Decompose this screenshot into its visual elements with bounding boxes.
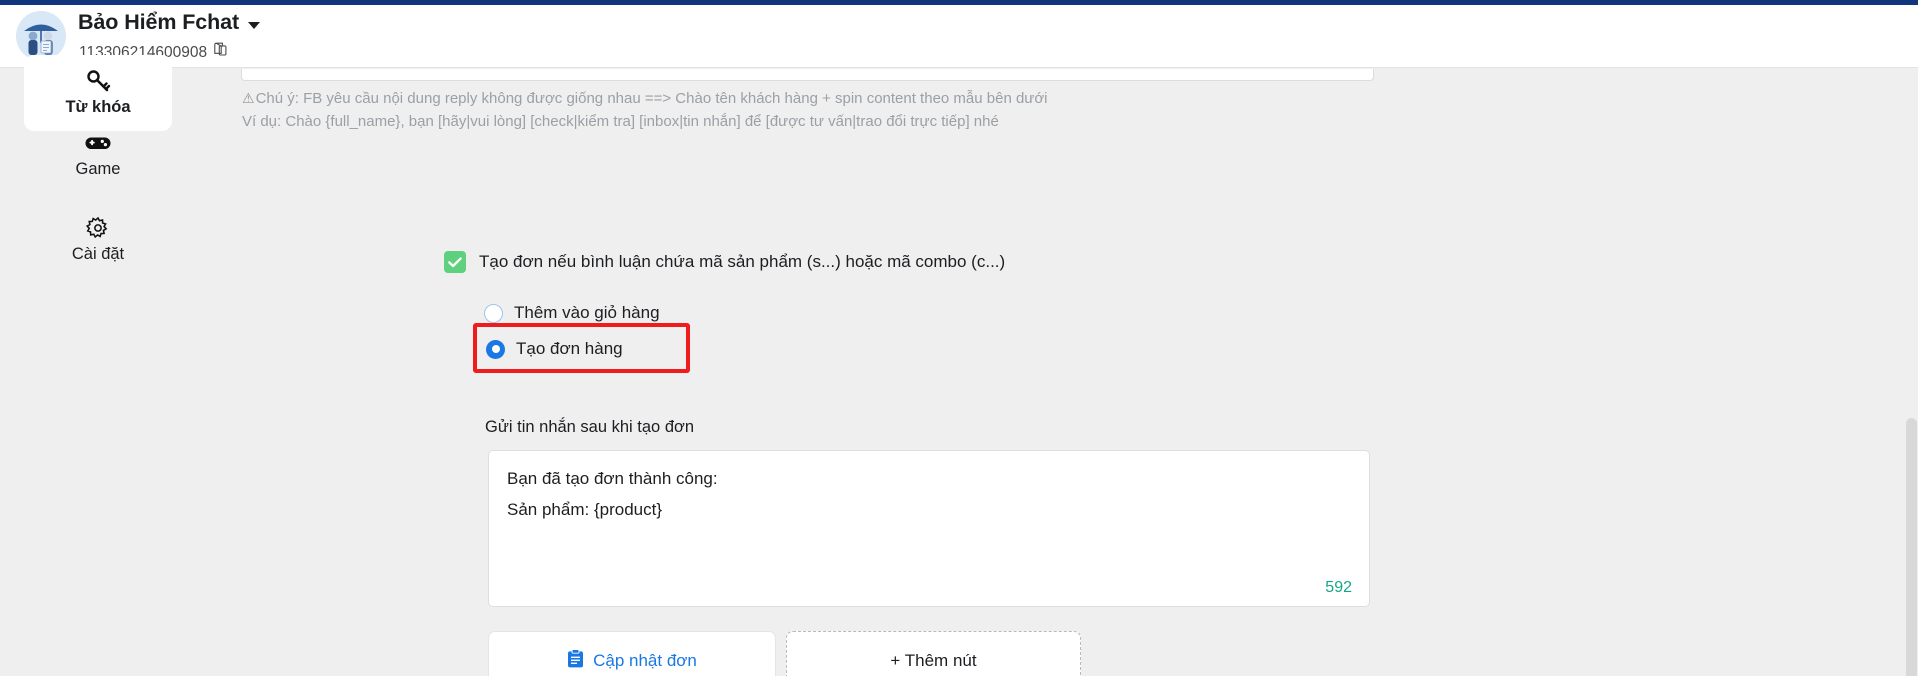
sidebar-item-tu-khoa[interactable]: Từ khóa bbox=[24, 55, 172, 131]
update-order-button[interactable]: Cập nhật đơn bbox=[488, 631, 776, 676]
chevron-down-icon[interactable] bbox=[248, 21, 261, 29]
key-icon bbox=[24, 69, 172, 93]
radio-create-order-indicator[interactable] bbox=[486, 339, 505, 359]
copy-icon[interactable] bbox=[214, 42, 229, 63]
radio-create-order-label: Tạo đơn hàng bbox=[516, 339, 623, 358]
message-field-label: Gửi tin nhắn sau khi tạo đơn bbox=[485, 418, 694, 436]
avatar[interactable] bbox=[16, 11, 66, 61]
vertical-scrollbar-thumb[interactable] bbox=[1906, 418, 1917, 676]
notice-line-2: Ví dụ: Chào {full_name}, bạn [hãy|vui lò… bbox=[242, 113, 999, 130]
vertical-scrollbar[interactable] bbox=[1905, 69, 1918, 676]
fb-policy-notice: ⚠Chú ý: FB yêu cầu nội dung reply không … bbox=[242, 87, 1352, 133]
create-order-checkbox-label: Tạo đơn nếu bình luận chứa mã sản phẩm (… bbox=[479, 252, 1006, 271]
sidebar: Từ khóa Game Cài đặt bbox=[0, 55, 196, 676]
radio-add-to-cart[interactable]: Thêm vào giỏ hàng bbox=[484, 303, 660, 323]
radio-add-to-cart-indicator[interactable] bbox=[484, 303, 503, 323]
page-avatar-icon bbox=[16, 11, 66, 61]
radio-create-order[interactable]: Tạo đơn hàng bbox=[486, 339, 623, 359]
gear-icon bbox=[24, 216, 172, 240]
clipboard-icon bbox=[567, 649, 584, 673]
message-textarea[interactable]: Bạn đã tạo đơn thành công: Sản phẩm: {pr… bbox=[488, 450, 1370, 607]
sidebar-item-cai-dat[interactable]: Cài đặt bbox=[24, 216, 172, 264]
sidebar-item-label: Từ khóa bbox=[65, 98, 131, 116]
notice-line-1: ⚠Chú ý: FB yêu cầu nội dung reply không … bbox=[242, 87, 1352, 110]
radio-add-to-cart-label: Thêm vào giỏ hàng bbox=[514, 303, 660, 322]
sidebar-item-label: Cài đặt bbox=[71, 245, 125, 263]
page-title-row[interactable]: Bảo Hiểm Fchat bbox=[78, 10, 261, 35]
notice-text-1: Chú ý: FB yêu cầu nội dung reply không đ… bbox=[255, 90, 1048, 107]
gamepad-icon bbox=[24, 131, 172, 155]
sidebar-item-label: Game bbox=[75, 160, 121, 178]
update-order-button-label: Cập nhật đơn bbox=[593, 651, 697, 670]
warning-icon: ⚠ bbox=[242, 90, 255, 106]
create-order-checkbox-row[interactable]: Tạo đơn nếu bình luận chứa mã sản phẩm (… bbox=[444, 251, 1005, 273]
add-button-label: + Thêm nút bbox=[890, 651, 977, 670]
main-content: ⚠Chú ý: FB yêu cầu nội dung reply không … bbox=[196, 69, 1918, 676]
character-counter: 592 bbox=[1325, 579, 1352, 596]
reply-input-remnant bbox=[241, 69, 1374, 81]
check-icon bbox=[448, 256, 462, 267]
add-button-button[interactable]: + Thêm nút bbox=[786, 631, 1081, 676]
create-order-checkbox[interactable] bbox=[444, 251, 466, 273]
message-textarea-value: Bạn đã tạo đơn thành công: Sản phẩm: {pr… bbox=[507, 469, 718, 519]
sidebar-item-game[interactable]: Game bbox=[24, 131, 172, 179]
page-header: Bảo Hiểm Fchat 113306214600908 bbox=[0, 5, 1918, 68]
page-title: Bảo Hiểm Fchat bbox=[78, 10, 240, 34]
app-root: Bảo Hiểm Fchat 113306214600908 Từ khóa G… bbox=[0, 0, 1918, 676]
